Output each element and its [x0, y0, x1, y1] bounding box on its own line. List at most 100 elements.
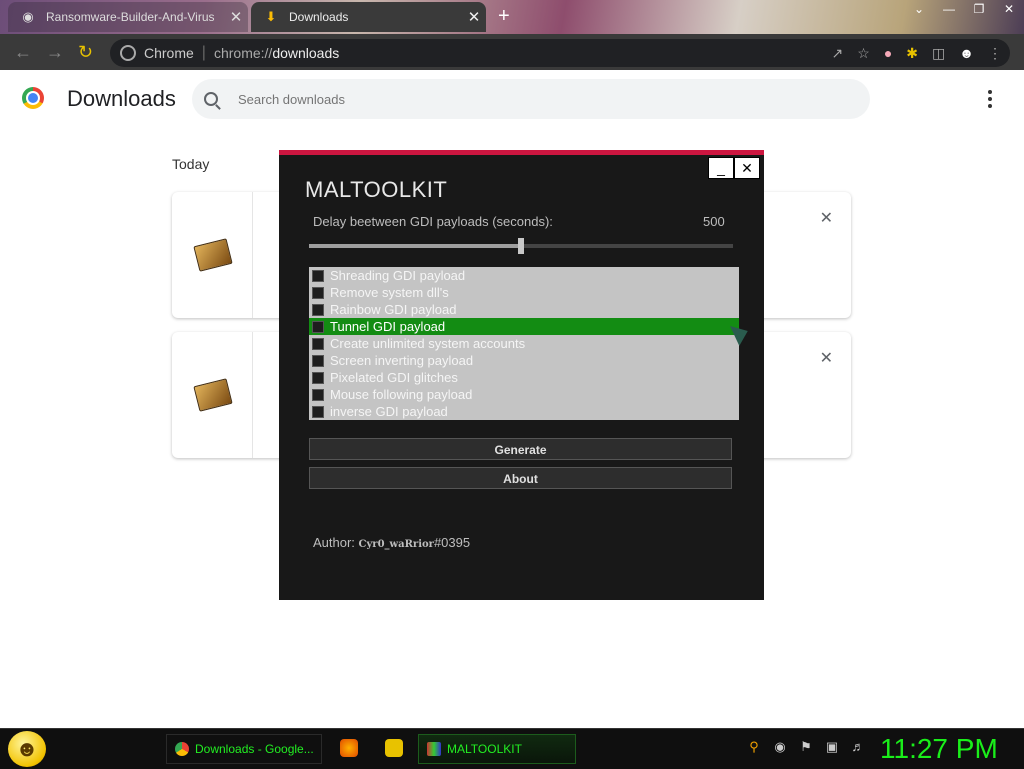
firefox-icon[interactable]: [340, 739, 358, 757]
payload-item[interactable]: inverse GDI payload: [309, 403, 739, 420]
archive-file-icon: [193, 378, 233, 412]
delay-label: Delay beetween GDI payloads (seconds):: [313, 214, 553, 229]
close-tab-icon[interactable]: ✕: [462, 8, 486, 26]
delay-slider[interactable]: [309, 238, 733, 254]
remove-download-icon[interactable]: ✕: [820, 348, 833, 368]
tab-title: Ransomware-Builder-And-Virus: [46, 10, 215, 24]
forward-icon[interactable]: →: [46, 42, 64, 63]
taskbar-clock[interactable]: 11:27 PM: [880, 733, 998, 765]
taskbar-maltoolkit-button[interactable]: MALTOOLKIT: [418, 734, 576, 764]
payload-checkbox[interactable]: [312, 303, 324, 316]
notification-icon[interactable]: ◉: [772, 739, 788, 755]
side-panel-icon[interactable]: ◫: [932, 45, 945, 62]
browser-menu-icon[interactable]: ⋮: [988, 45, 1002, 62]
payload-label: Mouse following payload: [330, 387, 473, 402]
payload-item[interactable]: Tunnel GDI payload: [309, 318, 739, 335]
search-icon: [204, 92, 218, 106]
author-credit: Author: Cyr0_waRrior#0395: [313, 535, 470, 550]
extensions-puzzle-icon[interactable]: ✱: [906, 45, 918, 62]
author-tag: #0395: [433, 535, 471, 550]
taskbar-chrome-button[interactable]: Downloads - Google...: [166, 734, 322, 764]
github-icon: ◉: [22, 9, 34, 24]
payload-checkbox[interactable]: [312, 388, 324, 401]
url-scheme: chrome://: [213, 45, 273, 61]
site-info-icon[interactable]: [120, 45, 136, 61]
close-window-icon[interactable]: ✕: [994, 0, 1024, 18]
chrome-icon: [175, 742, 189, 756]
archive-file-icon: [193, 238, 233, 272]
payload-item[interactable]: Remove system dll's: [309, 284, 739, 301]
tab-ransomware-builder[interactable]: ◉ Ransomware-Builder-And-Virus ✕: [8, 2, 248, 32]
payload-label: Pixelated GDI glitches: [330, 370, 458, 385]
payload-label: Create unlimited system accounts: [330, 336, 526, 351]
page-title: Downloads: [67, 86, 176, 111]
file-explorer-icon[interactable]: [385, 739, 403, 757]
minimize-icon[interactable]: _: [708, 157, 734, 179]
generate-button[interactable]: Generate: [309, 438, 732, 460]
more-options-icon[interactable]: [982, 90, 998, 108]
new-tab-icon[interactable]: +: [498, 6, 510, 26]
search-icon[interactable]: ⚲: [746, 739, 762, 755]
delay-value: 500: [703, 214, 725, 229]
remove-download-icon[interactable]: ✕: [820, 208, 833, 228]
volume-icon[interactable]: ♬: [850, 739, 866, 755]
payload-item[interactable]: Mouse following payload: [309, 386, 739, 403]
close-tab-icon[interactable]: ✕: [224, 8, 248, 26]
payload-checkbox[interactable]: [312, 269, 324, 282]
payload-checkbox[interactable]: [312, 320, 324, 333]
tab-downloads[interactable]: ⬇ Downloads ✕: [251, 2, 486, 32]
search-input[interactable]: [236, 90, 840, 108]
omnibox-separator: |: [201, 44, 206, 61]
payload-item[interactable]: Create unlimited system accounts: [309, 335, 739, 352]
browser-tab-strip: ◉ Ransomware-Builder-And-Virus ✕ ⬇ Downl…: [0, 0, 1024, 34]
author-handle: Cyr0_waRrior: [358, 539, 434, 550]
start-smiley-icon[interactable]: ☻: [8, 731, 46, 767]
slider-fill: [309, 244, 521, 248]
section-label-today: Today: [172, 156, 210, 172]
payload-item[interactable]: Pixelated GDI glitches: [309, 369, 739, 386]
url-text[interactable]: chrome://downloads: [214, 45, 339, 61]
payload-checkbox[interactable]: [312, 286, 324, 299]
minimize-icon[interactable]: —: [934, 0, 964, 18]
window-controls: ⌄ — ❐ ✕: [904, 0, 1024, 18]
payload-item[interactable]: Screen inverting payload: [309, 352, 739, 369]
url-path: downloads: [272, 45, 340, 61]
download-file-icon-box: [172, 192, 253, 318]
payload-checkbox[interactable]: [312, 371, 324, 384]
address-bar[interactable]: Chrome | chrome://downloads ↗ ☆ ● ✱ ◫ ☻ …: [110, 39, 1010, 67]
share-icon[interactable]: ↗: [832, 45, 844, 62]
bookmark-star-icon[interactable]: ☆: [857, 45, 870, 62]
network-icon[interactable]: ▣: [824, 739, 840, 755]
maltoolkit-window: _ ✕ MALTOOLKIT Delay beetween GDI payloa…: [279, 150, 764, 600]
maltoolkit-icon: [427, 742, 441, 756]
flag-icon[interactable]: ⚑: [798, 739, 814, 755]
close-window-icon[interactable]: ✕: [734, 157, 760, 179]
restore-icon[interactable]: ❐: [964, 0, 994, 18]
payload-checkbox[interactable]: [312, 405, 324, 418]
payload-label: Remove system dll's: [330, 285, 449, 300]
author-prefix: Author:: [313, 535, 359, 550]
tab-title: Downloads: [289, 10, 349, 24]
taskbar-chrome-label: Downloads - Google...: [195, 742, 314, 756]
payload-label: inverse GDI payload: [330, 404, 448, 419]
toolbar-actions: ↗ ☆ ● ✱ ◫ ☻ ⋮: [832, 39, 1010, 67]
chevron-down-icon[interactable]: ⌄: [904, 0, 934, 18]
payload-label: Rainbow GDI payload: [330, 302, 457, 317]
payload-label: Screen inverting payload: [330, 353, 474, 368]
account-avatar-icon[interactable]: ☻: [959, 45, 974, 61]
taskbar: ☻ Downloads - Google... MALTOOLKIT ⚲ ◉ ⚑…: [0, 728, 1024, 769]
back-icon[interactable]: ←: [14, 42, 32, 63]
payload-item[interactable]: Rainbow GDI payload: [309, 301, 739, 318]
payload-label: Tunnel GDI payload: [330, 319, 446, 334]
reload-icon[interactable]: ↻: [78, 42, 93, 63]
payload-label: Shreading GDI payload: [330, 268, 466, 283]
profile-flag-icon[interactable]: ●: [884, 45, 892, 61]
payload-checkbox[interactable]: [312, 337, 324, 350]
about-button[interactable]: About: [309, 467, 732, 489]
app-title: MALTOOLKIT: [305, 177, 448, 202]
payload-item[interactable]: Shreading GDI payload: [309, 267, 739, 284]
slider-handle[interactable]: [518, 238, 524, 254]
search-box[interactable]: [192, 79, 870, 119]
payload-checkbox[interactable]: [312, 354, 324, 367]
payload-list: Shreading GDI payload Remove system dll's…: [309, 267, 739, 420]
